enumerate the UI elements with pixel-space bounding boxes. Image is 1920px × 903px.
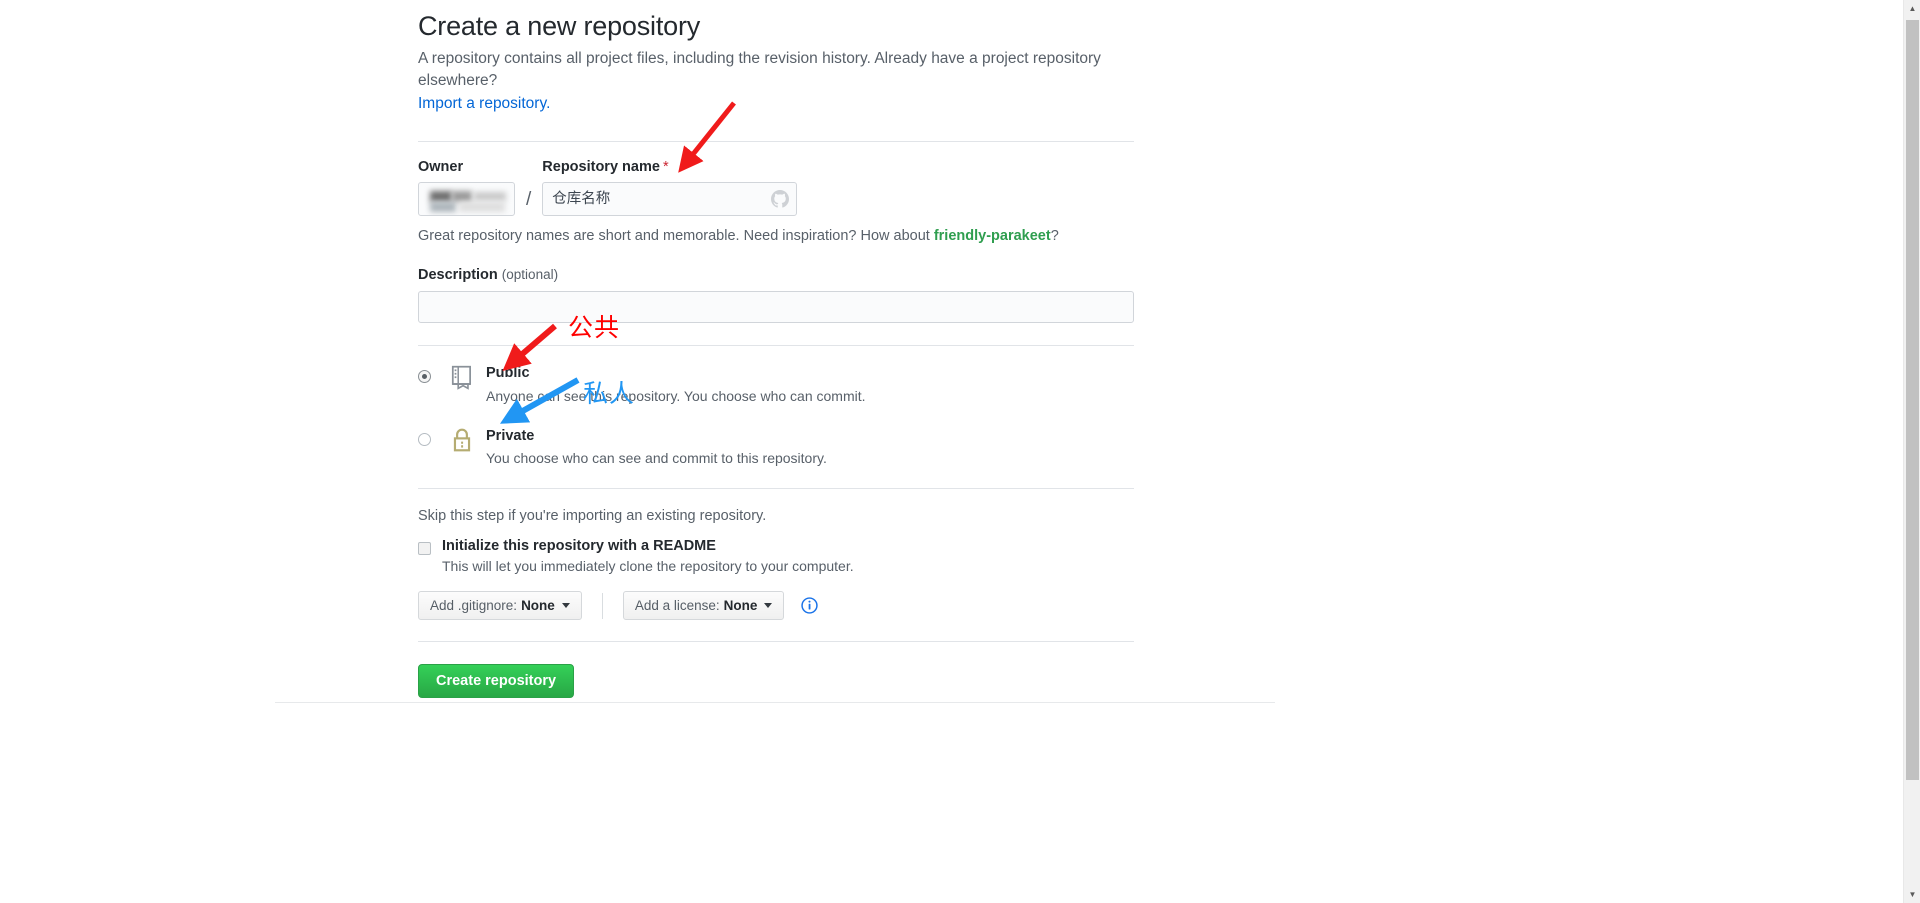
owner-name-redacted xyxy=(430,191,452,203)
subtitle-text: A repository contains all project files,… xyxy=(418,50,1101,90)
visibility-private-title: Private xyxy=(486,427,535,444)
readme-checkbox[interactable] xyxy=(418,542,431,556)
create-repository-button[interactable]: Create repository xyxy=(418,664,575,699)
license-label: Add a license: xyxy=(634,598,720,614)
description-input[interactable] xyxy=(418,291,1134,324)
suggested-name[interactable]: friendly-parakeet xyxy=(934,228,1051,244)
repo-book-icon xyxy=(451,366,471,391)
description-label: Description (optional) xyxy=(418,267,1134,283)
license-value: None xyxy=(723,598,758,614)
divider-visibility xyxy=(418,345,1134,347)
scroll-down-arrow-icon[interactable]: ▼ xyxy=(1904,886,1920,903)
hint-prefix: Great repository names are short and mem… xyxy=(418,228,934,245)
page-title: Create a new repository xyxy=(418,11,701,41)
readme-label: Initialize this repository with a README xyxy=(442,538,716,555)
info-circle-icon[interactable] xyxy=(801,597,819,614)
owner-name-redacted xyxy=(452,191,472,203)
gitignore-value: None xyxy=(521,598,555,614)
scroll-up-arrow-icon[interactable]: ▲ xyxy=(1904,0,1920,17)
owner-name-redacted xyxy=(474,192,506,202)
vertical-scrollbar[interactable]: ▲ ▼ xyxy=(1903,0,1920,903)
owner-select[interactable] xyxy=(418,182,515,217)
repository-name-input[interactable] xyxy=(542,182,798,217)
footer-divider xyxy=(275,702,1275,703)
hint-suffix: ? xyxy=(1050,228,1059,245)
owner-repo-separator: / xyxy=(526,189,532,211)
radio-public[interactable] xyxy=(418,370,431,384)
owner-name-redacted xyxy=(459,202,505,213)
description-optional-text: (optional) xyxy=(501,267,559,283)
annotation-label-public: 公共 xyxy=(568,313,621,342)
import-repository-link[interactable]: Import a repository. xyxy=(418,95,550,112)
scrollbar-thumb[interactable] xyxy=(1906,20,1919,780)
radio-private[interactable] xyxy=(418,432,431,446)
readme-description: This will let you immediately clone the … xyxy=(442,558,854,575)
skip-step-text: Skip this step if you're importing an ex… xyxy=(418,508,767,525)
gitignore-dropdown[interactable]: Add .gitignore: None xyxy=(418,591,582,621)
lock-icon xyxy=(453,428,471,452)
license-dropdown[interactable]: Add a license: None xyxy=(622,591,785,621)
visibility-public-title: Public xyxy=(486,365,530,382)
create-repository-form: Create a new repository A repository con… xyxy=(418,0,1134,699)
divider-actions xyxy=(418,641,1134,643)
gitignore-label: Add .gitignore: xyxy=(430,598,518,614)
annotation-label-private: 私人 xyxy=(583,379,636,408)
owner-name-redacted xyxy=(430,202,456,213)
owner-label: Owner xyxy=(418,159,464,176)
repository-name-label: Repository name * xyxy=(542,159,797,175)
chevron-down-icon xyxy=(561,603,570,609)
owner-field-group: Owner xyxy=(418,159,515,217)
repository-name-input-wrap xyxy=(542,182,798,217)
readme-text: Initialize this repository with a README… xyxy=(442,538,854,574)
visibility-private-text: Private You choose who can see and commi… xyxy=(486,427,827,468)
required-marker: * xyxy=(662,159,669,176)
template-dropdowns-row: Add .gitignore: None Add a license: None xyxy=(418,591,1134,621)
divider-initialize xyxy=(418,488,1134,490)
visibility-option-private[interactable]: Private You choose who can see and commi… xyxy=(418,427,1134,468)
divider-top xyxy=(418,141,1134,143)
repository-name-label-text: Repository name xyxy=(542,159,660,176)
owner-repo-row: Owner / Repository name * xyxy=(418,159,1134,217)
chevron-down-icon xyxy=(764,603,773,609)
visibility-public-description: Anyone can see this repository. You choo… xyxy=(486,387,866,404)
visibility-option-public[interactable]: Public Anyone can see this repository. Y… xyxy=(418,364,1134,405)
page-subtitle: A repository contains all project files,… xyxy=(418,48,1158,115)
repository-name-field-group: Repository name * xyxy=(542,159,798,217)
dropdown-divider xyxy=(601,592,603,619)
repository-name-hint: Great repository names are short and mem… xyxy=(418,228,1134,244)
visibility-private-description: You choose who can see and commit to thi… xyxy=(486,450,827,467)
visibility-public-text: Public Anyone can see this repository. Y… xyxy=(486,364,866,405)
initialize-readme-row[interactable]: Initialize this repository with a README… xyxy=(418,538,1134,574)
description-label-text: Description xyxy=(418,267,498,284)
create-repository-page: Create a new repository A repository con… xyxy=(0,0,1920,903)
